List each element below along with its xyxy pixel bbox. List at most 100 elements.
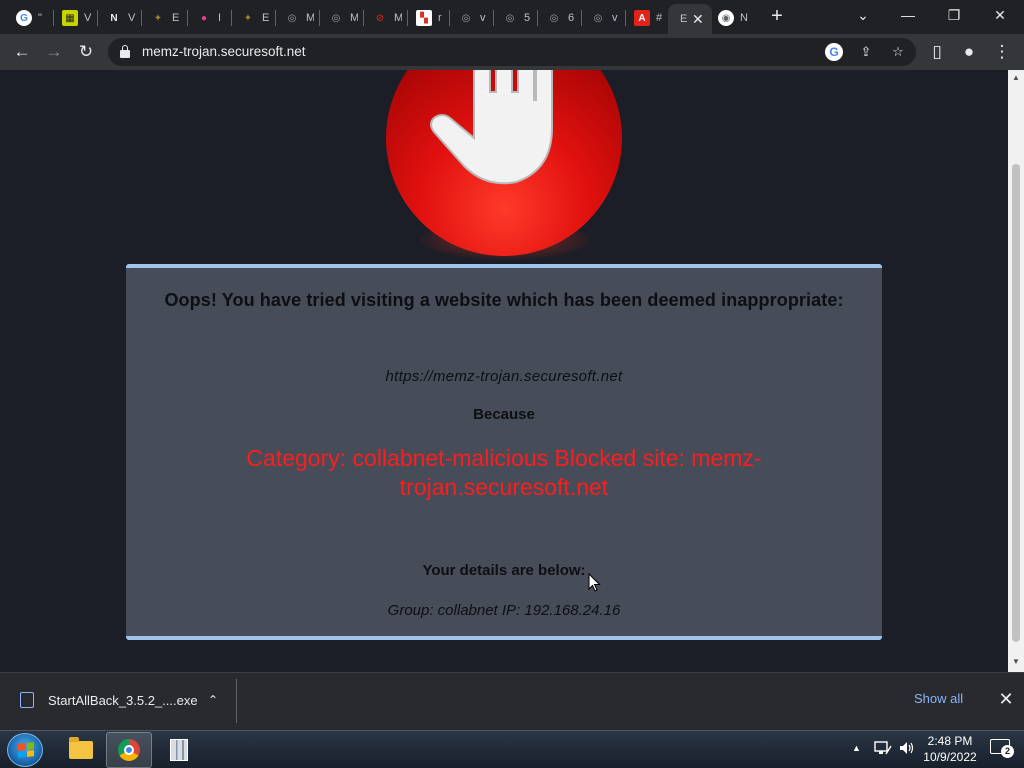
tab-title: M bbox=[306, 12, 314, 24]
tab-separator bbox=[407, 10, 408, 26]
url-text[interactable]: memz-trojan.securesoft.net bbox=[142, 44, 306, 59]
browser-tab[interactable]: ◎ v bbox=[452, 6, 488, 30]
tab-search-button[interactable]: ⌄ bbox=[851, 4, 875, 26]
browser-tab[interactable]: ▚ r bbox=[410, 6, 446, 30]
clock-time[interactable]: 2:48 PM bbox=[922, 734, 978, 748]
tab-separator bbox=[493, 10, 494, 26]
browser-tab[interactable]: ⊘ M bbox=[366, 6, 402, 30]
tab-title: v bbox=[612, 12, 618, 24]
divider bbox=[236, 679, 237, 723]
browser-tab[interactable]: ◎ 5 bbox=[496, 6, 532, 30]
close-downloads-button[interactable]: ✕ bbox=[996, 689, 1016, 709]
browser-tab[interactable]: ◎ M bbox=[322, 6, 358, 30]
tab-title: V bbox=[84, 12, 92, 24]
tab-strip: G " ▦ V N V ✦ E ● I ✦ E ◎ M ◎ M ⊘ M ▚ r ◎ v ◎ 5 ◎ 6 ◎ v A # E ✕ ◉ N + ⌄ —… bbox=[0, 0, 1024, 34]
browser-tab[interactable]: NV bbox=[100, 6, 136, 30]
tab-separator bbox=[141, 10, 142, 26]
globe-icon: ◎ bbox=[593, 12, 603, 24]
block-category: Category: collabnet-malicious Blocked si… bbox=[246, 445, 762, 500]
address-bar[interactable]: memz-trojan.securesoft.net G ⇪ ☆ bbox=[108, 38, 916, 66]
minimize-button[interactable]: — bbox=[896, 4, 920, 26]
show-all-button[interactable]: Show all bbox=[914, 691, 963, 706]
browser-tab[interactable]: ✦ E bbox=[144, 6, 180, 30]
browser-tab[interactable]: ● I bbox=[190, 6, 226, 30]
download-shelf: StartAllBack_3.5.2_....exe ⌃ Show all ✕ bbox=[0, 672, 1024, 730]
tab-title: r bbox=[438, 12, 442, 24]
back-button[interactable]: ← bbox=[11, 41, 33, 63]
google-icon: G bbox=[16, 10, 32, 26]
tray-overflow-chevron-icon[interactable]: ▲ bbox=[852, 743, 861, 753]
window-close-button[interactable]: ✕ bbox=[988, 4, 1012, 26]
google-lens-icon[interactable]: G bbox=[825, 43, 843, 61]
reload-button[interactable]: ↻ bbox=[75, 41, 97, 63]
profile-icon[interactable]: ● bbox=[958, 41, 980, 63]
tab-separator bbox=[581, 10, 582, 26]
page-viewport: Oops! You have tried visiting a website … bbox=[0, 70, 1008, 672]
forward-button[interactable]: → bbox=[43, 41, 65, 63]
scroll-up-arrow-icon[interactable]: ▲ bbox=[1008, 70, 1024, 86]
taskbar-winrar[interactable] bbox=[156, 732, 202, 768]
tab-title: E bbox=[680, 13, 688, 25]
bookmark-star-icon[interactable]: ☆ bbox=[889, 43, 907, 61]
browser-tab[interactable]: G " bbox=[10, 6, 46, 30]
network-icon[interactable] bbox=[874, 740, 892, 759]
tab-title: # bbox=[656, 12, 663, 24]
tab-separator bbox=[53, 10, 54, 26]
adobe-icon: A bbox=[634, 10, 650, 26]
folder-icon bbox=[69, 737, 93, 759]
eagle-icon: ✦ bbox=[243, 12, 253, 24]
browser-tab[interactable]: ◉ N bbox=[712, 6, 748, 30]
tab-separator bbox=[319, 10, 320, 26]
download-file-icon[interactable] bbox=[20, 692, 34, 708]
chrome-icon bbox=[118, 739, 140, 761]
lock-icon[interactable] bbox=[120, 45, 130, 58]
clock-date[interactable]: 10/9/2022 bbox=[922, 750, 978, 764]
share-icon[interactable]: ⇪ bbox=[857, 43, 875, 61]
tab-title: V bbox=[128, 12, 136, 24]
tab-separator bbox=[231, 10, 232, 26]
windows-taskbar: ▲ 2:48 PM 10/9/2022 2 bbox=[0, 730, 1024, 768]
taskbar-file-explorer[interactable] bbox=[58, 732, 104, 768]
notification-count-badge: 2 bbox=[1001, 745, 1014, 758]
tab-separator bbox=[449, 10, 450, 26]
browser-tab[interactable]: ◎ M bbox=[278, 6, 314, 30]
browser-toolbar: ← → ↻ memz-trojan.securesoft.net G ⇪ ☆ ▯… bbox=[0, 34, 1024, 70]
tab-separator bbox=[275, 10, 276, 26]
tab-title: 5 bbox=[524, 12, 531, 24]
scrollbar-thumb[interactable] bbox=[1012, 164, 1020, 642]
volume-icon[interactable] bbox=[898, 740, 916, 759]
browser-tab[interactable]: ✦ E bbox=[234, 6, 270, 30]
globe-icon: ◎ bbox=[505, 12, 515, 24]
calculator-icon: ▦ bbox=[62, 10, 78, 26]
tab-title: I bbox=[218, 12, 222, 24]
winrar-icon bbox=[170, 739, 188, 761]
restore-button[interactable]: ❐ bbox=[942, 4, 966, 26]
menu-icon[interactable]: ⋮ bbox=[991, 41, 1013, 63]
globe-icon: ◎ bbox=[331, 12, 341, 24]
checker-icon: ▚ bbox=[416, 10, 432, 26]
browser-tab[interactable]: ◎ 6 bbox=[540, 6, 576, 30]
page-scrollbar[interactable]: ▲ ▼ bbox=[1008, 70, 1024, 672]
tab-title: 6 bbox=[568, 12, 575, 24]
side-panel-icon[interactable]: ▯ bbox=[926, 41, 948, 63]
tab-separator bbox=[625, 10, 626, 26]
browser-tab[interactable]: ▦ V bbox=[56, 6, 92, 30]
start-button[interactable] bbox=[7, 733, 43, 767]
block-message-panel: Oops! You have tried visiting a website … bbox=[126, 264, 882, 640]
taskbar-chrome[interactable] bbox=[106, 732, 152, 768]
browser-tab[interactable]: E ✕ bbox=[668, 4, 712, 34]
notion-icon: N bbox=[110, 12, 118, 24]
globe-icon: ◎ bbox=[549, 12, 559, 24]
download-filename[interactable]: StartAllBack_3.5.2_....exe bbox=[48, 693, 198, 708]
tab-close-icon[interactable]: ✕ bbox=[692, 11, 704, 28]
group-ip-details: Group: collabnet IP: 192.168.24.16 bbox=[387, 602, 621, 619]
globe-icon: ◎ bbox=[287, 12, 297, 24]
browser-tab[interactable]: A # bbox=[628, 6, 664, 30]
scroll-down-arrow-icon[interactable]: ▼ bbox=[1008, 654, 1024, 670]
browser-tab[interactable]: ◎ v bbox=[584, 6, 620, 30]
tab-separator bbox=[537, 10, 538, 26]
tab-separator bbox=[187, 10, 188, 26]
notification-center-icon[interactable]: 2 bbox=[990, 739, 1014, 759]
new-tab-button[interactable]: + bbox=[766, 6, 788, 28]
download-options-chevron-icon[interactable]: ⌃ bbox=[204, 690, 222, 710]
